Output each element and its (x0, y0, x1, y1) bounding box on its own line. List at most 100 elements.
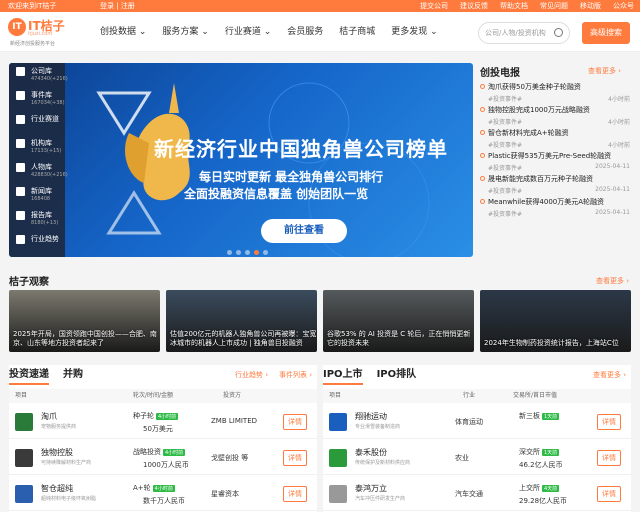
news-title[interactable]: 独物控股完成1000万元战略融资 (488, 105, 590, 115)
investment-row[interactable]: 独物控股 可持续降解材料生产商 战略投资 4小时前 1000万人民币 戈壁创投 等 详情 (9, 441, 317, 475)
side-item-events[interactable]: 事件库 167034(+38) (9, 87, 65, 111)
news-more-link[interactable]: 查看更多 › (588, 66, 621, 76)
top-link-mobile[interactable]: 移动版 (580, 1, 601, 11)
nav-item-mall[interactable]: 桔子商城 (331, 12, 383, 52)
company-name[interactable]: 独物控股 (41, 447, 73, 458)
detail-button[interactable]: 详情 (597, 414, 621, 430)
database-sidebar: 公司库 474340(+216) 事件库 167034(+38) 行业赛道 机构库 1… (9, 63, 68, 257)
carousel-dot[interactable] (227, 250, 232, 255)
company-name[interactable]: 泰禾股份 (355, 447, 387, 458)
news-title[interactable]: Meanwhile获得4000万美元A轮融资 (488, 197, 604, 207)
nav-item-more[interactable]: 更多发现 ⌄ (383, 12, 445, 52)
nav-item-membership[interactable]: 会员服务 (279, 12, 331, 52)
side-item-trends[interactable]: 行业趋势 (9, 231, 65, 255)
news-item[interactable]: 晟电新能完成数百万元种子轮融资 #投资事件# 2025-04-11 (478, 174, 634, 197)
news-title[interactable]: 智仓新材料完成A+轮融资 (488, 128, 569, 138)
carousel-dot[interactable] (236, 250, 241, 255)
news-time: 4小时前 (608, 96, 630, 103)
carousel-dot-active[interactable] (254, 250, 259, 255)
side-item-company[interactable]: 公司库 474340(+216) (9, 63, 68, 87)
investor-text[interactable]: 星睿资本 (211, 489, 239, 499)
detail-button[interactable]: 详情 (283, 450, 307, 466)
tab-investment[interactable]: 投资速递 (9, 365, 49, 385)
nav-item-data[interactable]: 创投数据 ⌄ (92, 12, 154, 52)
login-link[interactable]: 登录 (100, 2, 114, 10)
investment-row[interactable]: 淘爪 宠物服务提供商 种子轮 4小时前 50万美元 ZMB LIMITED 详情 (9, 405, 317, 439)
round-cell: A+轮 4小时前 (133, 483, 175, 493)
top-link-docs[interactable]: 帮助文档 (500, 1, 528, 11)
news-time: 4小时前 (608, 142, 630, 149)
carousel-dot[interactable] (263, 250, 268, 255)
observe-card[interactable]: 2024年生物制药投资统计报告，上海站C位 (480, 290, 631, 352)
news-time: 2025-04-11 (595, 209, 630, 216)
ipo-row[interactable]: 翔驰运动 专业滑雪装备制造商 体育运动 新三板 1天前 详情 (323, 405, 631, 439)
round-text: 战略投资 (133, 448, 161, 456)
ipo-row[interactable]: 泰禾股份 传统保护及新材料供应商 农业 深交所 1天前 46.2亿人民币 详情 (323, 441, 631, 475)
register-link[interactable]: 注册 (121, 2, 135, 10)
news-title[interactable]: Plastic获得535万美元Pre-Seed轮融资 (488, 151, 611, 161)
news-title[interactable]: 淘爪获得50万美金种子轮融资 (488, 82, 581, 92)
observe-more-link[interactable]: 查看更多 › (596, 276, 629, 286)
round-text: 种子轮 (133, 412, 154, 420)
search-icon[interactable] (554, 28, 563, 37)
observe-card-caption[interactable]: 谷歌53% 的 AI 投资是 C 轮后，正在悄悄更新它的投资未来 (327, 330, 474, 348)
ipo-row[interactable]: 泰鸿万立 汽车冲压件研发生产商 汽车交通 上交所 4天前 29.28亿人民币 详情 (323, 477, 631, 511)
detail-button[interactable]: 详情 (283, 486, 307, 502)
top-link-faq[interactable]: 常见问题 (540, 1, 568, 11)
company-name[interactable]: 翔驰运动 (355, 411, 387, 422)
search-input[interactable]: 公司/人物/投资机构 (478, 22, 570, 44)
news-item[interactable]: 智仓新材料完成A+轮融资 #投资事件# 4小时前 (478, 128, 634, 151)
time-badge: 4小时前 (152, 485, 175, 492)
ipo-more-link[interactable]: 查看更多 › (593, 370, 626, 380)
site-logo[interactable]: IT IT桔子 itjuzi.com 新经济创投服务平台 (8, 16, 88, 48)
investor-text[interactable]: ZMB LIMITED (211, 417, 257, 425)
carousel-dot[interactable] (245, 250, 250, 255)
company-name[interactable]: 泰鸿万立 (355, 483, 387, 494)
news-title[interactable]: 晟电新能完成数百万元种子轮融资 (488, 174, 593, 184)
time-badge: 4小时前 (163, 449, 186, 456)
side-item-news[interactable]: 新闻库 168408 (9, 183, 65, 207)
observe-card[interactable]: 估值200亿元的机器人独角兽公司再被曝：宝宽冰城市的机器人上市成功 | 独角兽目… (166, 290, 317, 352)
nav-item-solutions[interactable]: 服务方案 ⌄ (154, 12, 216, 52)
observe-card[interactable]: 2025年开局，国资领跑中国创投——合肥、南京、山东等地方投资者起来了 (9, 290, 160, 352)
detail-button[interactable]: 详情 (597, 450, 621, 466)
top-link-feedback[interactable]: 建议反馈 (460, 1, 488, 11)
company-name[interactable]: 淘爪 (41, 411, 57, 422)
hero-banner[interactable]: 公司库 474340(+216) 事件库 167034(+38) 行业赛道 机构库 1… (9, 63, 473, 257)
company-logo (15, 449, 33, 467)
bullet-icon (480, 153, 485, 158)
news-flash-title: 创投电报 (480, 68, 520, 79)
side-item-tracks[interactable]: 行业赛道 (9, 111, 65, 135)
top-link-wechat[interactable]: 公众号 (613, 1, 634, 11)
advanced-search-button[interactable]: 高级搜索 (582, 22, 630, 44)
company-logo (15, 485, 33, 503)
observe-card-caption[interactable]: 2024年生物制药投资统计报告，上海站C位 (484, 339, 619, 348)
side-item-people[interactable]: 人物库 428830(+216) (9, 159, 68, 183)
trend-link[interactable]: 行业趋势 › (235, 370, 268, 380)
news-tag: #投资事件# (488, 119, 523, 126)
detail-button[interactable]: 详情 (283, 414, 307, 430)
observe-card-caption[interactable]: 2025年开局，国资领跑中国创投——合肥、南京、山东等地方投资者起来了 (13, 330, 160, 348)
nav-item-tracks[interactable]: 行业赛道 ⌄ (217, 12, 279, 52)
event-list-link[interactable]: 事件列表 › (279, 370, 312, 380)
investor-text[interactable]: 戈壁创投 等 (211, 453, 248, 463)
news-item[interactable]: Meanwhile获得4000万美元A轮融资 #投资事件# 2025-04-11 (478, 197, 634, 220)
bullet-icon (480, 176, 485, 181)
tab-ipo-queue[interactable]: IPO排队 (377, 365, 417, 385)
company-name[interactable]: 智仓超纯 (41, 483, 73, 494)
tab-ipo-listed[interactable]: IPO上市 (323, 365, 363, 385)
news-item[interactable]: Plastic获得535万美元Pre-Seed轮融资 #投资事件# 2025-04-… (478, 151, 634, 174)
side-item-institutions[interactable]: 机构库 17133(+15) (9, 135, 65, 159)
news-item[interactable]: 独物控股完成1000万元战略融资 #投资事件# 4小时前 (478, 105, 634, 128)
side-item-reports[interactable]: 报告库 8180(+13) (9, 207, 65, 231)
industry-text: 汽车交通 (455, 490, 483, 498)
top-link-submit[interactable]: 提交公司 (420, 1, 448, 11)
carousel-dots[interactable] (227, 250, 268, 255)
observe-card[interactable]: 谷歌53% 的 AI 投资是 C 轮后，正在悄悄更新它的投资未来 (323, 290, 474, 352)
investment-row[interactable]: 智仓超纯 超纯材料电子级环氧树脂 A+轮 4小时前 数千万人民币 星睿资本 详情 (9, 477, 317, 511)
banner-view-button[interactable]: 前往查看 (261, 219, 347, 243)
observe-card-caption[interactable]: 估值200亿元的机器人独角兽公司再被曝：宝宽冰城市的机器人上市成功 | 独角兽目… (170, 330, 317, 348)
tab-mna[interactable]: 并购 (63, 365, 83, 385)
news-item[interactable]: 淘爪获得50万美金种子轮融资 #投资事件# 4小时前 (478, 82, 634, 105)
detail-button[interactable]: 详情 (597, 486, 621, 502)
